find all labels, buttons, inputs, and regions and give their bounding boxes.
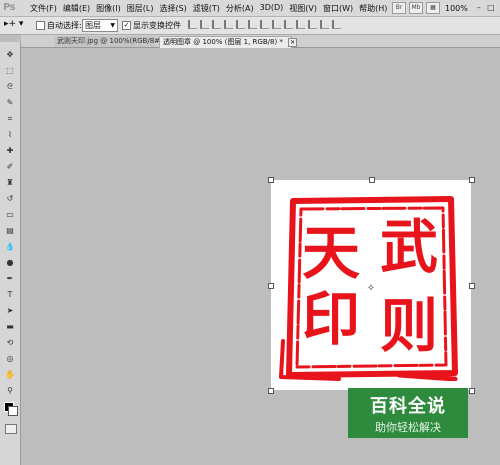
move-tool-preset-icon[interactable]: ▸+ ▾	[4, 19, 23, 29]
align-buttons	[188, 20, 344, 29]
auto-select-value: 图层	[85, 21, 101, 30]
crop-tool-icon[interactable]: ⌗	[5, 114, 15, 124]
auto-select-label: 自动选择:	[47, 21, 82, 30]
photoshop-logo: Ps	[3, 2, 16, 13]
brush-tool-icon[interactable]: ✐	[5, 162, 15, 172]
shape-tool-icon[interactable]: ▬	[5, 322, 15, 332]
menu-bar: Ps 文件(F) 编辑(E) 图像(I) 图层(L) 选择(S) 滤镜(T) 分…	[0, 0, 500, 17]
view-extras-icon[interactable]: ▦	[426, 2, 440, 14]
auto-select-dropdown[interactable]: 图层 ▼	[82, 19, 118, 32]
3d-rotate-tool-icon[interactable]: ⟲	[5, 338, 15, 348]
hand-tool-icon[interactable]: ✋	[5, 370, 15, 380]
pen-tool-icon[interactable]: ✒	[5, 274, 15, 284]
document-tabs: 武则天印.jpg @ 100%(RGB/8#) ✕ 透明图章 @ 100% (图…	[21, 35, 500, 48]
distribute-bottom-icon[interactable]	[284, 20, 293, 29]
menu-window[interactable]: 窗口(W)	[323, 3, 353, 14]
menu-view[interactable]: 视图(V)	[289, 3, 317, 14]
eraser-tool-icon[interactable]: ▭	[5, 210, 15, 220]
history-brush-tool-icon[interactable]: ↺	[5, 194, 15, 204]
menu-right-controls: Br Mb ▦ 100% – □ ✕	[392, 2, 500, 14]
clone-stamp-tool-icon[interactable]: ♜	[5, 178, 15, 188]
auto-align-icon[interactable]	[332, 20, 341, 29]
transform-handle-top-right[interactable]	[469, 177, 475, 183]
menu-file[interactable]: 文件(F)	[30, 3, 57, 14]
chevron-down-icon: ▼	[110, 22, 115, 29]
distribute-vcenter-icon[interactable]	[272, 20, 281, 29]
bridge-button[interactable]: Br	[392, 2, 406, 14]
3d-orbit-tool-icon[interactable]: ◎	[5, 354, 15, 364]
red-seal-stamp: 天 武 印 则 ✧	[279, 196, 458, 381]
mini-bridge-button[interactable]: Mb	[409, 2, 423, 14]
lasso-tool-icon[interactable]: ᘓ	[5, 82, 15, 92]
quick-select-tool-icon[interactable]: ✎	[5, 98, 15, 108]
watermark-subtitle: 助你轻松解决	[375, 421, 441, 434]
menu-image[interactable]: 图像(I)	[96, 3, 121, 14]
distribute-left-icon[interactable]	[296, 20, 305, 29]
eyedropper-tool-icon[interactable]: ⌇	[5, 130, 15, 140]
transform-center-icon[interactable]: ✧	[367, 283, 375, 294]
menu-list: 文件(F) 编辑(E) 图像(I) 图层(L) 选择(S) 滤镜(T) 分析(A…	[30, 3, 393, 14]
transform-handle-bottom-right[interactable]	[469, 388, 475, 394]
gradient-tool-icon[interactable]: ▤	[5, 226, 15, 236]
tab-transparent-stamp[interactable]: 透明图章 @ 100% (图层 1, RGB/8) * ✕	[159, 36, 298, 48]
transform-handle-left[interactable]	[268, 283, 274, 289]
tab-label: 武则天印.jpg @ 100%(RGB/8#)	[57, 37, 163, 45]
menu-help[interactable]: 帮助(H)	[359, 3, 387, 14]
close-icon[interactable]: ✕	[288, 38, 298, 47]
blur-tool-icon[interactable]: 💧	[5, 242, 15, 252]
auto-select-checkbox[interactable]: 自动选择:	[36, 20, 82, 31]
show-transform-label: 显示变换控件	[133, 21, 181, 30]
menu-layer[interactable]: 图层(L)	[127, 3, 154, 14]
align-hcenter-icon[interactable]	[236, 20, 245, 29]
transform-handle-bottom-left[interactable]	[268, 388, 274, 394]
align-vcenter-icon[interactable]	[200, 20, 209, 29]
healing-brush-tool-icon[interactable]: ✚	[5, 146, 15, 156]
align-top-icon[interactable]	[188, 20, 197, 29]
zoom-tool-icon[interactable]: ⚲	[5, 386, 15, 396]
seal-char-tian: 天	[302, 219, 360, 287]
marquee-tool-icon[interactable]: ⬚	[5, 66, 15, 76]
options-bar: ▸+ ▾ 自动选择: 图层 ▼ ✓ 显示变换控件	[0, 17, 500, 35]
transform-handle-top[interactable]	[369, 177, 375, 183]
quick-mask-icon[interactable]	[5, 424, 17, 434]
transform-handle-right[interactable]	[469, 283, 475, 289]
dodge-tool-icon[interactable]: ●	[5, 258, 15, 268]
align-bottom-icon[interactable]	[212, 20, 221, 29]
seal-char-wu: 武	[380, 213, 438, 281]
distribute-hcenter-icon[interactable]	[308, 20, 317, 29]
toolbox: ✥ ⬚ ᘓ ✎ ⌗ ⌇ ✚ ✐ ♜ ↺ ▭ ▤ 💧 ● ✒ T ➤ ▬ ⟲ ◎ …	[0, 42, 21, 465]
show-transform-checkbox[interactable]: ✓ 显示变换控件	[122, 20, 181, 31]
path-select-tool-icon[interactable]: ➤	[5, 306, 15, 316]
zoom-level[interactable]: 100%	[445, 4, 468, 13]
minimize-icon[interactable]: –	[474, 3, 484, 13]
watermark-title: 百科全说	[370, 396, 446, 417]
tab-label: 透明图章 @ 100% (图层 1, RGB/8) *	[163, 38, 283, 46]
watermark-badge: 百科全说 助你轻松解决	[348, 388, 468, 438]
seal-char-ze: 则	[380, 292, 438, 360]
auto-select-check-box[interactable]	[36, 21, 45, 30]
background-color-swatch[interactable]	[8, 406, 18, 416]
menu-select[interactable]: 选择(S)	[159, 3, 186, 14]
seal-char-yin: 印	[302, 285, 360, 353]
show-transform-check-box[interactable]: ✓	[122, 21, 131, 30]
move-tool-icon[interactable]: ✥	[5, 50, 15, 60]
restore-icon[interactable]: □	[486, 3, 496, 13]
menu-edit[interactable]: 编辑(E)	[63, 3, 90, 14]
type-tool-icon[interactable]: T	[5, 290, 15, 300]
distribute-top-icon[interactable]	[260, 20, 269, 29]
transform-handle-top-left[interactable]	[268, 177, 274, 183]
align-left-icon[interactable]	[224, 20, 233, 29]
menu-filter[interactable]: 滤镜(T)	[193, 3, 220, 14]
distribute-right-icon[interactable]	[320, 20, 329, 29]
tab-wuzetian-jpg[interactable]: 武则天印.jpg @ 100%(RGB/8#) ✕	[54, 36, 177, 47]
menu-analysis[interactable]: 分析(A)	[226, 3, 254, 14]
align-right-icon[interactable]	[248, 20, 257, 29]
menu-3d[interactable]: 3D(D)	[260, 3, 284, 14]
